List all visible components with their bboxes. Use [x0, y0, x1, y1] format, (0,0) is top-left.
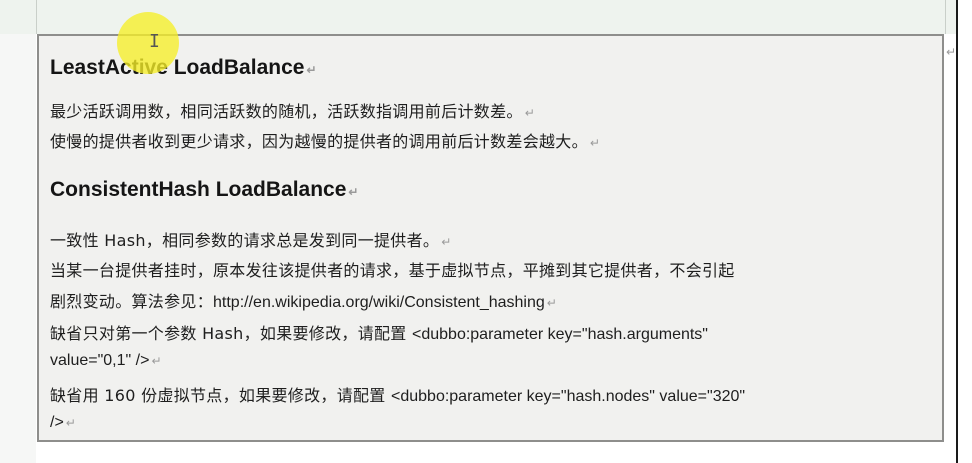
paragraph-mark: ↵ — [589, 136, 601, 150]
window-edge — [956, 0, 972, 463]
paragraph-line[interactable]: 使慢的提供者收到更少请求，因为越慢的提供者的调用前后计数差会越大。 ↵ — [50, 128, 600, 152]
paragraph-text: 使慢的提供者收到更少请求，因为越慢的提供者的调用前后计数差会越大。 — [50, 132, 588, 151]
paragraph-line[interactable]: 最少活跃调用数，相同活跃数的随机，活跃数指调用前后计数差。 ↵ — [50, 98, 535, 122]
paragraph-text: 剧烈变动。算法参见： — [50, 292, 214, 311]
text-cursor-icon: I — [149, 31, 160, 52]
paragraph-mark: ↵ — [348, 185, 359, 199]
paragraph-line[interactable]: 一致性 Hash，相同参数的请求总是发到同一提供者。 ↵ — [50, 227, 452, 251]
code-snippet: <dubbo:parameter key="hash.nodes" value=… — [391, 388, 746, 405]
heading-text: LeastActive LoadBalance — [50, 56, 305, 79]
paragraph-text: 最少活跃调用数，相同活跃数的随机，活跃数指调用前后计数差。 — [50, 102, 523, 121]
paragraph-line[interactable]: 缺省只对第一个参数 Hash，如果要修改，请配置 <dubbo:paramete… — [50, 320, 708, 344]
document-page: ↵ LeastActive LoadBalance ↵ 最少活跃调用数，相同活跃数… — [0, 0, 972, 463]
paragraph-line[interactable]: /> ↵ — [50, 412, 76, 432]
heading-leastactive[interactable]: LeastActive LoadBalance ↵ — [50, 56, 317, 80]
table-gridline — [36, 0, 37, 34]
wikipedia-link-text[interactable]: http://en.wikipedia.org/wiki/Consistent_… — [213, 294, 545, 311]
paragraph-text: 当某一台提供者挂时，原本发往该提供者的请求，基于虚拟节点，平摊到其它提供者，不会… — [50, 261, 735, 280]
table-gridline — [945, 0, 946, 34]
paragraph-mark: ↵ — [306, 63, 317, 77]
heading-consistenthash[interactable]: ConsistentHash LoadBalance ↵ — [50, 178, 358, 202]
paragraph-mark: ↵ — [441, 235, 452, 249]
paragraph-line[interactable]: 剧烈变动。算法参见：http://en.wikipedia.org/wiki/C… — [50, 288, 557, 312]
heading-text: ConsistentHash LoadBalance — [50, 178, 347, 201]
paragraph-line[interactable]: value="0,1" /> ↵ — [50, 350, 162, 370]
paragraph-mark: ↵ — [151, 354, 162, 368]
paragraph-mark: ↵ — [65, 416, 77, 430]
paragraph-line[interactable]: 当某一台提供者挂时，原本发往该提供者的请求，基于虚拟节点，平摊到其它提供者，不会… — [50, 257, 735, 281]
paragraph-text: 一致性 Hash，相同参数的请求总是发到同一提供者。 — [50, 231, 440, 250]
code-snippet: <dubbo:parameter key="hash.arguments" — [412, 326, 708, 343]
end-of-row-mark: ↵ — [946, 45, 957, 59]
paragraph-text: 缺省用 160 份虚拟节点，如果要修改，请配置 — [50, 386, 391, 405]
paragraph-mark: ↵ — [524, 106, 536, 120]
paragraph-text: 缺省只对第一个参数 Hash，如果要修改，请配置 — [50, 324, 412, 343]
paragraph-line[interactable]: 缺省用 160 份虚拟节点，如果要修改，请配置 <dubbo:parameter… — [50, 382, 745, 406]
code-snippet: /> — [50, 414, 64, 431]
page-margin — [0, 34, 36, 463]
paragraph-mark: ↵ — [546, 296, 558, 310]
cursor-highlight — [117, 12, 179, 74]
code-snippet: value="0,1" /> — [50, 352, 150, 369]
